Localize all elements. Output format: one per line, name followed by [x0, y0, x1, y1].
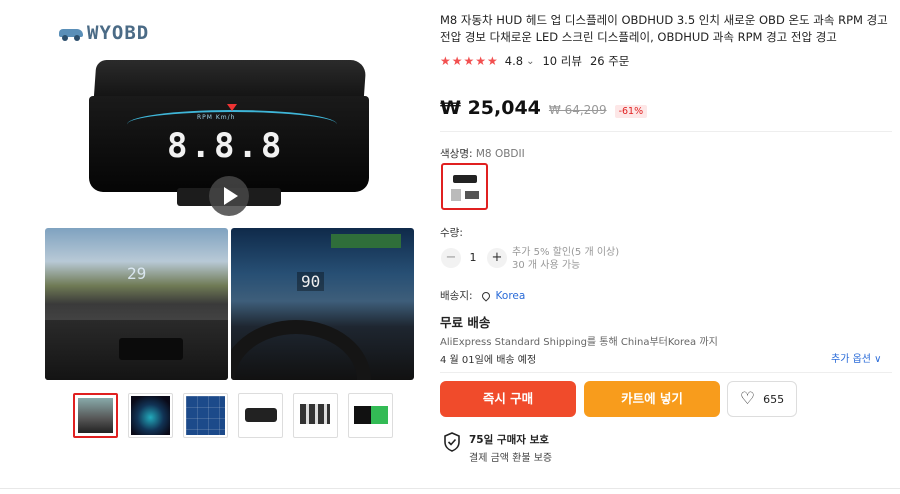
product-title: M8 자동차 HUD 헤드 업 디스플레이 OBDHUD 3.5 인치 새로운 … [440, 13, 888, 44]
steering-wheel [231, 320, 371, 380]
hud-speed-reading: 90 [297, 272, 325, 291]
thumbnail-1[interactable] [73, 393, 118, 438]
hud-device-illustration: RPM Km/h 8.8.8 [89, 60, 369, 206]
quantity-label: 수량: [440, 227, 463, 239]
thumbnail-3[interactable] [183, 393, 228, 438]
divider [440, 372, 892, 373]
star-rating-icon: ★★★★★ [440, 54, 499, 68]
buy-now-button[interactable]: 즉시 구매 [440, 381, 576, 417]
bulk-discount-note: 추가 5% 할인(5 개 이상) [512, 247, 620, 258]
wishlist-count: 655 [763, 392, 785, 406]
shipping-detail: AliExpress Standard Shipping를 통해 China부터… [440, 337, 718, 348]
play-video-icon[interactable] [209, 176, 249, 216]
car-logo-icon [59, 26, 83, 41]
road-sign [331, 234, 401, 248]
stock-available-note: 30 개 사용 가능 [512, 260, 581, 271]
quantity-increase-button[interactable]: + [487, 248, 507, 268]
rating-value: 4.8 [504, 54, 524, 68]
thumbnail-4[interactable] [238, 393, 283, 438]
variant-label: 색상명: M8 OBDII [440, 146, 525, 161]
orders-count: 26 주문 [589, 54, 630, 68]
rating-row: ★★★★★ 4.8 ⌄ 10 리뷰 26 주문 [440, 53, 629, 69]
protection-subtitle: 결제 금액 환불 보증 [469, 453, 553, 464]
quantity-note: 추가 5% 할인(5 개 이상) 30 개 사용 가능 [512, 246, 619, 272]
discount-badge: -61% [614, 105, 648, 118]
thumbnail-strip [73, 393, 393, 438]
quantity-value[interactable]: 1 [465, 251, 481, 264]
chevron-down-icon[interactable]: ⌄ [526, 56, 534, 67]
current-price: ₩ 25,044 [440, 97, 541, 119]
protection-title: 75일 구매자 보호 [469, 434, 549, 446]
hud-device-on-dash [119, 338, 183, 360]
buyer-protection: 75일 구매자 보호 결제 금액 환불 보증 [443, 432, 552, 464]
variant-value: M8 OBDII [475, 148, 525, 160]
product-photo-daytime[interactable]: 29 [45, 228, 228, 380]
page-bottom-divider [0, 488, 900, 489]
ship-to-row: 배송지: Korea [440, 288, 525, 303]
wishlist-button[interactable]: ♡ 655 [727, 381, 797, 417]
original-price: ₩ 64,209 [548, 103, 607, 117]
ship-to-destination[interactable]: Korea [496, 290, 526, 302]
more-shipping-options-link[interactable]: 추가 옵션 ∨ [831, 350, 881, 365]
heart-icon: ♡ [739, 388, 756, 409]
thumbnail-5[interactable] [293, 393, 338, 438]
thumbnail-2[interactable] [128, 393, 173, 438]
hud-indicator-icon [227, 104, 237, 111]
hud-label: RPM Km/h [197, 114, 236, 121]
ship-to-label: 배송지: [440, 290, 473, 302]
price-row: ₩ 25,044 ₩ 64,209 -61% [440, 97, 648, 119]
add-to-cart-button[interactable]: 카트에 넣기 [584, 381, 720, 417]
shipping-title: 무료 배송 [440, 315, 491, 330]
quantity-decrease-button[interactable]: − [441, 248, 461, 268]
hud-speed-reading: 29 [127, 264, 147, 283]
brand-logo-text: WYOBD [87, 22, 150, 44]
shield-check-icon [443, 432, 461, 452]
location-pin-icon [479, 289, 492, 302]
delivery-date: 4 월 01일에 배송 예정 [440, 355, 537, 366]
variant-swatch-selected[interactable] [441, 163, 488, 210]
divider [440, 131, 892, 132]
brand-logo: WYOBD [59, 22, 149, 44]
hud-digits: 8.8.8 [167, 126, 285, 166]
main-product-image[interactable]: WYOBD RPM Km/h 8.8.8 [45, 10, 415, 225]
product-photo-night[interactable]: 90 [231, 228, 414, 380]
thumbnail-6[interactable] [348, 393, 393, 438]
variant-label-text: 색상명: [440, 148, 473, 160]
reviews-link[interactable]: 10 리뷰 [542, 53, 581, 69]
